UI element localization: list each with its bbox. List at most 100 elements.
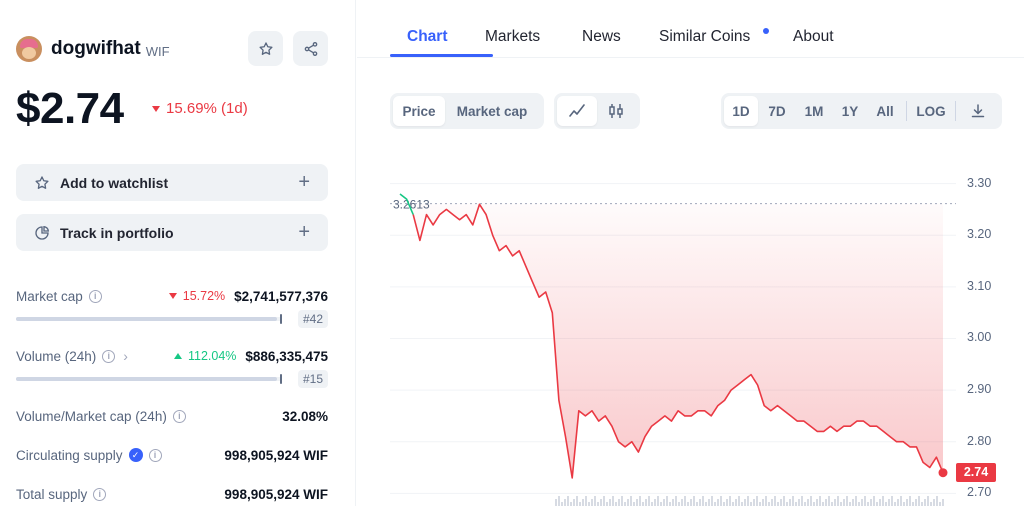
volume-rank-bar: #15 — [16, 370, 328, 388]
tab-similar-coins[interactable]: Similar Coins — [659, 28, 793, 58]
info-icon[interactable]: i — [172, 409, 186, 423]
y-tick-label: 3.10 — [967, 278, 992, 293]
tab-news[interactable]: News — [582, 28, 659, 58]
metric-market-cap-option[interactable]: Market cap — [445, 96, 539, 126]
volume-bar — [708, 499, 710, 506]
market-cap-rank-bar: #42 — [16, 310, 328, 328]
caret-up-icon — [173, 353, 182, 359]
volume-bar — [717, 499, 719, 506]
vol-mcap-value: 32.08% — [282, 408, 328, 424]
volume-bar — [741, 502, 743, 506]
price-chart[interactable]: 3.2613 — [390, 157, 956, 506]
track-in-portfolio-button[interactable]: Track in portfolio + — [16, 214, 328, 251]
candlestick-option[interactable] — [597, 96, 635, 126]
y-tick-label: 3.00 — [967, 330, 992, 345]
volume-bar — [822, 502, 824, 506]
market-cap-label: Market cap — [16, 288, 83, 304]
track-in-portfolio-label: Track in portfolio — [60, 224, 174, 241]
volume-bar — [558, 496, 560, 506]
pie-chart-icon — [35, 225, 50, 240]
volume-bar — [627, 499, 629, 506]
volume-bar — [705, 502, 707, 506]
volume-bar — [648, 496, 650, 506]
volume-bar — [843, 499, 845, 506]
volume-bar — [774, 496, 776, 506]
volume-bar — [771, 499, 773, 506]
volume-bar — [846, 496, 848, 506]
star-icon — [258, 41, 273, 55]
y-tick-label: 3.20 — [967, 227, 992, 242]
volume-bar — [684, 496, 686, 506]
volume-bar — [885, 502, 887, 506]
volume-bar — [783, 496, 785, 506]
price-change-1d: 15.69% (1d) — [152, 100, 248, 117]
volume-bar — [894, 502, 896, 506]
coin-name: dogwifhat — [51, 38, 141, 59]
volume-bar — [762, 499, 764, 506]
toggle-separator — [955, 101, 956, 121]
star-icon — [35, 175, 49, 189]
volume-rank: #15 — [297, 370, 328, 388]
volume-bar — [732, 502, 734, 506]
volume-bar — [621, 496, 623, 506]
chevron-right-icon[interactable]: › — [123, 348, 128, 364]
line-chart-option[interactable] — [557, 96, 597, 126]
volume-bar — [864, 496, 866, 506]
volume-bar — [579, 502, 581, 506]
market-cap-rank: #42 — [297, 310, 328, 328]
line-chart-icon — [569, 104, 585, 117]
info-icon[interactable]: i — [88, 289, 102, 303]
volume-bar — [618, 499, 620, 506]
vol-mcap-label: Volume/Market cap (24h) — [16, 408, 167, 424]
watchlist-star-button[interactable] — [248, 31, 283, 66]
volume-bar — [909, 496, 911, 506]
volume-bar — [933, 499, 935, 506]
volume-bar — [630, 496, 632, 506]
volume-bar — [603, 496, 605, 506]
range-all[interactable]: All — [868, 96, 902, 126]
volume-bar — [675, 496, 677, 506]
tab-markets[interactable]: Markets — [485, 28, 582, 58]
volume-bar — [714, 502, 716, 506]
volume-label: Volume (24h) — [16, 348, 97, 364]
volume-bar — [696, 502, 698, 506]
volume-bar — [915, 499, 917, 506]
range-7d[interactable]: 7D — [758, 96, 796, 126]
log-scale-toggle[interactable]: LOG — [911, 96, 951, 126]
tab-about[interactable]: About — [793, 28, 853, 58]
volume-bar — [606, 502, 608, 506]
stat-volume-market-cap: Volume/Market cap (24h) i 32.08% — [16, 406, 328, 426]
download-button[interactable] — [960, 96, 996, 126]
volume-bar — [939, 502, 941, 506]
volume-bar — [882, 496, 884, 506]
volume-bar — [561, 502, 563, 506]
volume-bar — [663, 499, 665, 506]
metric-price-option[interactable]: Price — [393, 96, 445, 126]
volume-bar — [870, 499, 872, 506]
coin-price: $2.74 — [16, 84, 124, 133]
share-button[interactable] — [293, 31, 328, 66]
volume-bar — [723, 502, 725, 506]
info-icon[interactable]: i — [102, 349, 116, 363]
volume-bar — [873, 496, 875, 506]
volume-bar — [789, 499, 791, 506]
info-icon[interactable]: i — [148, 448, 162, 462]
volume-bar — [912, 502, 914, 506]
volume-bar — [807, 499, 809, 506]
coin-header: dogwifhat WIF — [16, 33, 170, 65]
add-to-watchlist-button[interactable]: Add to watchlist + — [16, 164, 328, 201]
volume-bar — [702, 496, 704, 506]
range-1y[interactable]: 1Y — [832, 96, 868, 126]
volume-bar — [879, 499, 881, 506]
range-1d[interactable]: 1D — [724, 96, 758, 126]
candlestick-icon — [609, 104, 623, 118]
price-change-value: 15.69% (1d) — [166, 100, 248, 117]
volume-bar — [690, 499, 692, 506]
info-icon[interactable]: i — [93, 487, 107, 501]
coin-logo — [16, 36, 42, 62]
volume-bar — [678, 502, 680, 506]
range-1m[interactable]: 1M — [796, 96, 832, 126]
volume-bar — [666, 496, 668, 506]
volume-bar — [804, 502, 806, 506]
volume-bar — [876, 502, 878, 506]
